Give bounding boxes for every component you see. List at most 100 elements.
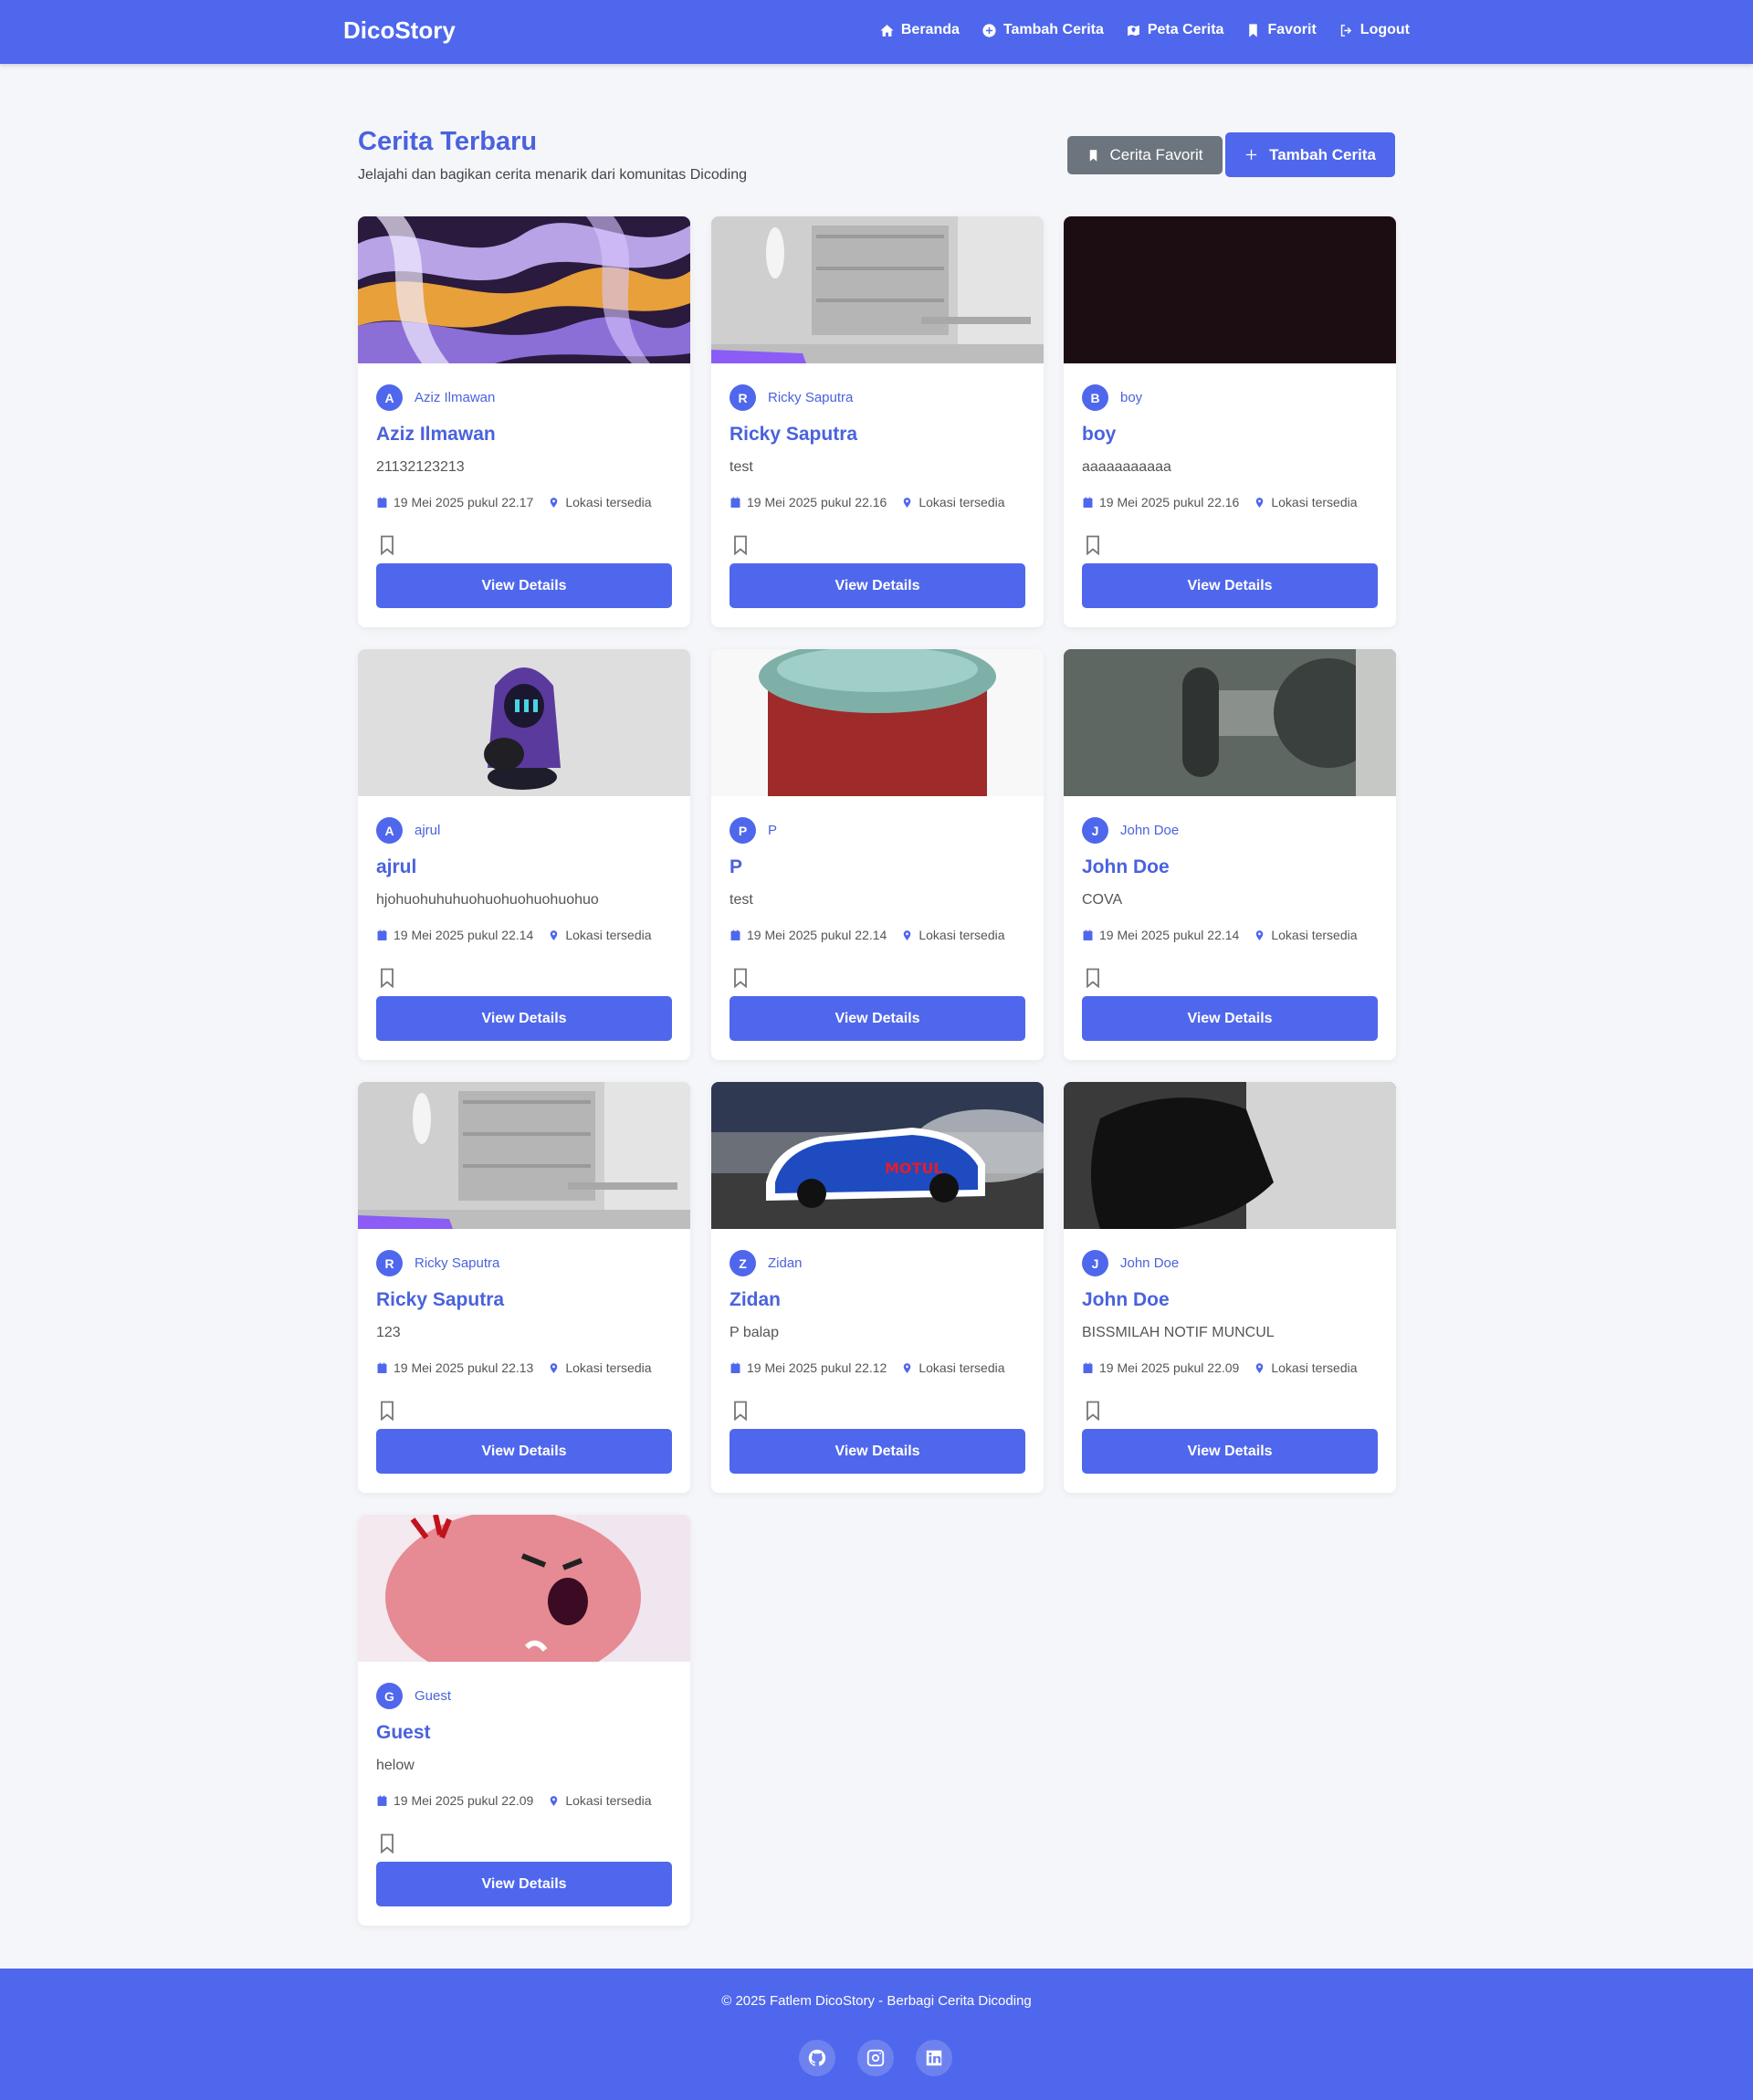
story-location-label: Lokasi tersedia — [565, 1793, 652, 1808]
story-meta: 19 Mei 2025 pukul 22.14 Lokasi tersedia — [730, 928, 1005, 942]
view-details-button[interactable]: View Details — [376, 1862, 672, 1906]
story-date: 19 Mei 2025 pukul 22.14 — [747, 928, 887, 942]
nav-link-tambah-cerita[interactable]: Tambah Cerita — [981, 22, 1104, 38]
story-description: test — [730, 459, 753, 475]
favorite-stories-button[interactable]: Cerita Favorit — [1067, 136, 1223, 174]
location-pin-icon — [551, 1362, 558, 1373]
bookmark-button[interactable] — [379, 1401, 395, 1422]
view-details-button[interactable]: View Details — [376, 563, 672, 608]
avatar: J — [1082, 1250, 1108, 1276]
story-card: J John Doe John Doe BISSMILAH NOTIF MUNC… — [1064, 1082, 1396, 1493]
story-title[interactable]: John Doe — [1082, 856, 1170, 878]
story-title[interactable]: Guest — [376, 1722, 431, 1744]
story-image[interactable] — [358, 216, 690, 363]
location-pin-icon — [904, 929, 911, 940]
view-details-button[interactable]: View Details — [730, 996, 1025, 1041]
story-title[interactable]: John Doe — [1082, 1289, 1170, 1311]
view-details-button[interactable]: View Details — [730, 563, 1025, 608]
bookmark-button[interactable] — [379, 1833, 395, 1854]
story-image[interactable] — [358, 649, 690, 796]
story-title[interactable]: P — [730, 856, 742, 878]
bookmark-outline-icon — [734, 535, 747, 556]
view-details-button[interactable]: View Details — [1082, 996, 1378, 1041]
view-details-button[interactable]: View Details — [730, 1429, 1025, 1474]
story-image[interactable] — [711, 216, 1044, 363]
location-pin-icon — [904, 497, 911, 508]
bookmark-button[interactable] — [1085, 535, 1101, 556]
add-story-button[interactable]: Tambah Cerita — [1225, 132, 1395, 177]
linkedin-link[interactable] — [916, 2040, 952, 2076]
location-pin-icon — [1256, 1362, 1264, 1373]
view-details-button[interactable]: View Details — [1082, 1429, 1378, 1474]
story-author: Guest — [415, 1688, 452, 1704]
story-date: 19 Mei 2025 pukul 22.14 — [394, 928, 534, 942]
story-location: Lokasi tersedia — [1254, 495, 1358, 509]
story-date: 19 Mei 2025 pukul 22.12 — [747, 1360, 887, 1375]
nav-link-favorit[interactable]: Favorit — [1245, 22, 1317, 38]
view-details-button[interactable]: View Details — [1082, 563, 1378, 608]
navbar: DicoStory Beranda Tambah Cerita Peta Cer… — [0, 0, 1753, 64]
story-card: G Guest Guest helow 19 Mei 2025 pukul 22… — [358, 1515, 690, 1926]
story-image[interactable] — [1064, 649, 1396, 796]
instagram-link[interactable] — [857, 2040, 894, 2076]
story-author: Aziz Ilmawan — [415, 390, 496, 405]
story-image[interactable] — [1064, 216, 1396, 363]
avatar: A — [376, 817, 403, 844]
svg-text:MOTUL: MOTUL — [885, 1160, 943, 1177]
location-pin-icon — [1256, 497, 1264, 508]
view-details-button[interactable]: View Details — [376, 1429, 672, 1474]
story-title[interactable]: Zidan — [730, 1289, 781, 1311]
story-title[interactable]: Aziz Ilmawan — [376, 424, 496, 446]
story-title[interactable]: ajrul — [376, 856, 416, 878]
bookmark-button[interactable] — [1085, 1401, 1101, 1422]
location-pin-icon — [551, 929, 558, 940]
linkedin-icon — [926, 2050, 942, 2066]
story-location: Lokasi tersedia — [548, 1360, 652, 1375]
story-image[interactable] — [711, 649, 1044, 796]
story-title[interactable]: Ricky Saputra — [730, 424, 857, 446]
story-card: P P P test 19 Mei 2025 pukul 22.14 Lokas… — [711, 649, 1044, 1060]
story-location-label: Lokasi tersedia — [918, 928, 1005, 942]
story-date: 19 Mei 2025 pukul 22.14 — [1099, 928, 1240, 942]
story-location-label: Lokasi tersedia — [1271, 495, 1358, 509]
story-title[interactable]: boy — [1082, 424, 1116, 446]
story-description: 123 — [376, 1325, 401, 1340]
location-pin-icon — [904, 1362, 911, 1373]
view-details-button[interactable]: View Details — [376, 996, 672, 1041]
calendar-icon — [1083, 1362, 1093, 1373]
story-meta: 19 Mei 2025 pukul 22.14 Lokasi tersedia — [376, 928, 652, 942]
nav-link-beranda[interactable]: Beranda — [879, 22, 960, 38]
nav-links: Beranda Tambah Cerita Peta Cerita Favori… — [879, 22, 1410, 38]
nav-link-peta-cerita[interactable]: Peta Cerita — [1126, 22, 1223, 38]
story-image-graphic — [1064, 1082, 1396, 1229]
bookmark-button[interactable] — [732, 535, 749, 556]
github-link[interactable] — [799, 2040, 835, 2076]
brand-logo[interactable]: DicoStory — [343, 16, 456, 45]
plus-circle-icon — [982, 23, 996, 37]
story-description: P balap — [730, 1325, 779, 1340]
bookmark-button[interactable] — [732, 1401, 749, 1422]
bookmark-button[interactable] — [732, 968, 749, 989]
story-image[interactable]: MOTUL — [711, 1082, 1044, 1229]
story-date: 19 Mei 2025 pukul 22.16 — [747, 495, 887, 509]
bookmark-button[interactable] — [1085, 968, 1101, 989]
story-meta: 19 Mei 2025 pukul 22.16 Lokasi tersedia — [1082, 495, 1358, 509]
story-card: J John Doe John Doe COVA 19 Mei 2025 puk… — [1064, 649, 1396, 1060]
story-image[interactable] — [358, 1515, 690, 1662]
bookmark-button[interactable] — [379, 968, 395, 989]
story-date: 19 Mei 2025 pukul 22.09 — [1099, 1360, 1240, 1375]
calendar-icon — [1083, 929, 1093, 940]
bookmark-outline-icon — [381, 1833, 394, 1854]
story-location: Lokasi tersedia — [548, 1793, 652, 1808]
story-image[interactable] — [358, 1082, 690, 1229]
story-image[interactable] — [1064, 1082, 1396, 1229]
social-links — [799, 2040, 952, 2076]
bookmark-button[interactable] — [379, 535, 395, 556]
story-title[interactable]: Ricky Saputra — [376, 1289, 504, 1311]
nav-link-logout[interactable]: Logout — [1338, 22, 1410, 38]
story-location: Lokasi tersedia — [548, 495, 652, 509]
avatar: R — [376, 1250, 403, 1276]
github-icon — [808, 2049, 826, 2066]
story-image-graphic — [711, 216, 1044, 363]
calendar-icon — [1083, 497, 1093, 508]
